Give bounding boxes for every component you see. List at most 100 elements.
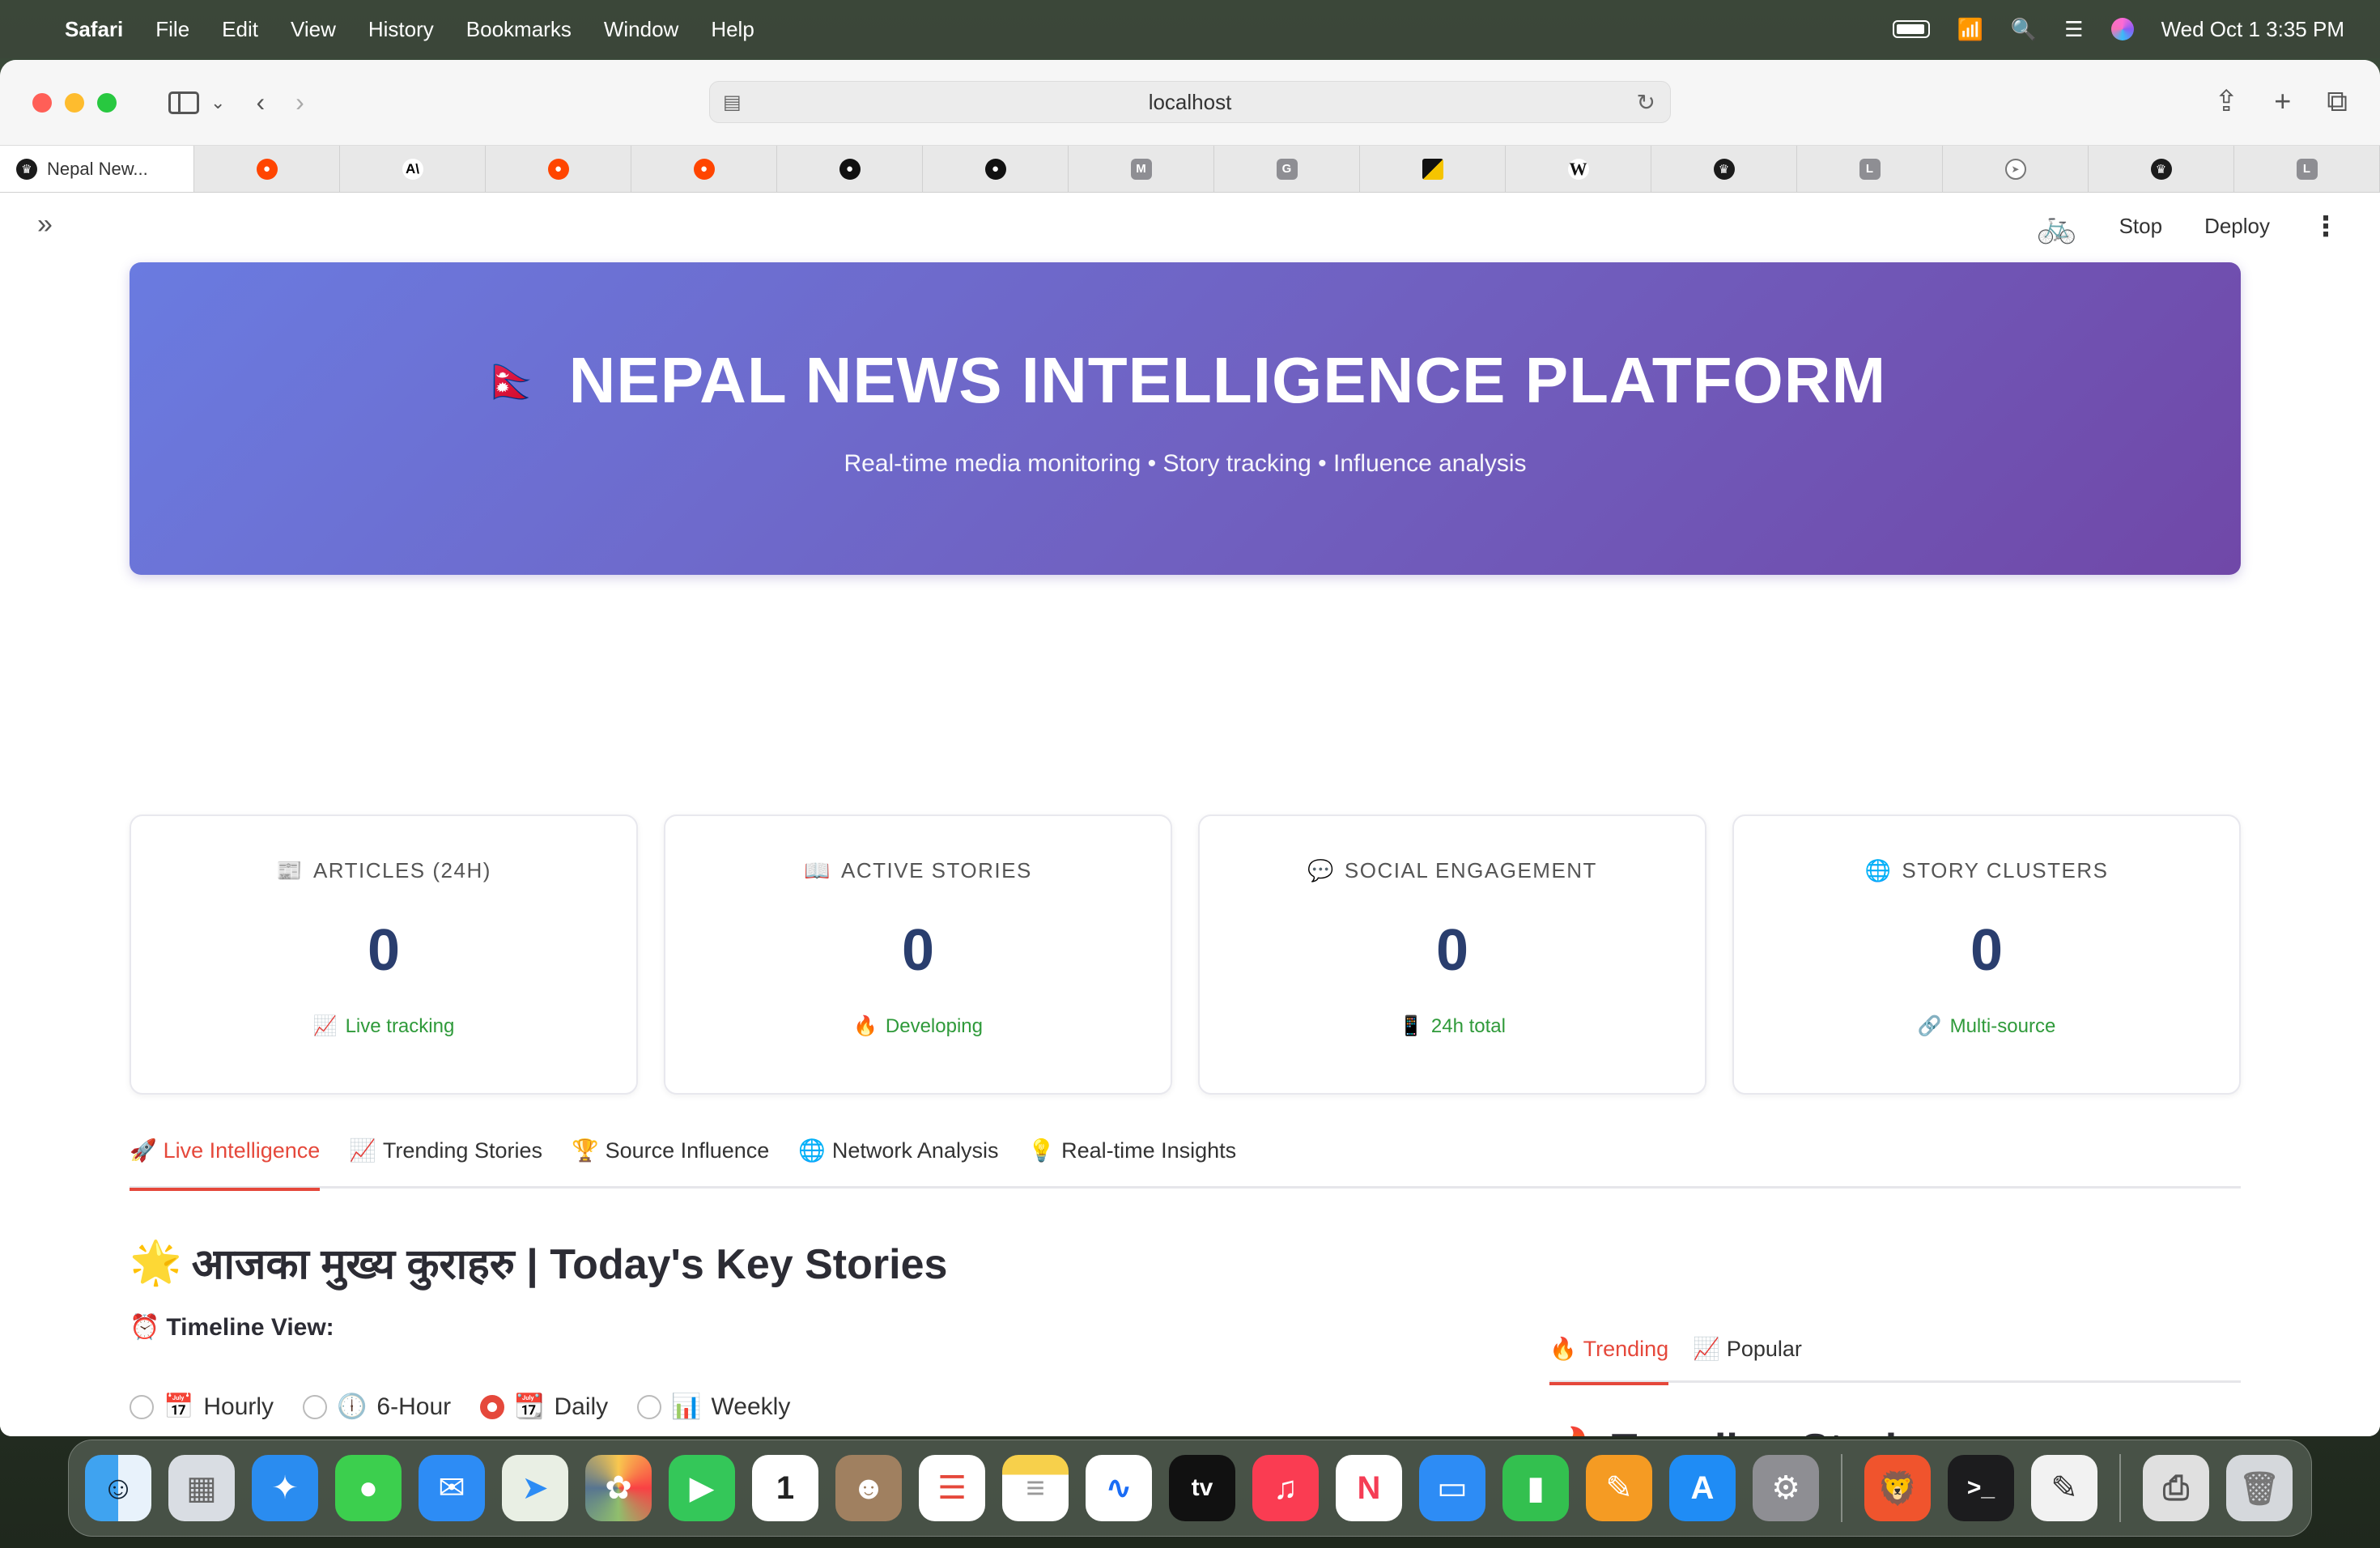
maps-icon[interactable]: ➤ — [502, 1455, 568, 1521]
tab-github-1[interactable]: ● — [777, 146, 923, 192]
menu-help[interactable]: Help — [711, 17, 754, 42]
tab-trending[interactable]: 🔥 Trending — [1549, 1315, 1669, 1385]
menu-file[interactable]: File — [155, 17, 189, 42]
sidebar-toggle-icon[interactable] — [168, 91, 199, 114]
menu-edit[interactable]: Edit — [222, 17, 258, 42]
tab-flag[interactable] — [1360, 146, 1506, 192]
brave-browser-icon[interactable]: 🦁 — [1864, 1455, 1931, 1521]
tab-m[interactable]: M — [1069, 146, 1214, 192]
tab-l-2[interactable]: L — [2234, 146, 2380, 192]
tab-g[interactable]: G — [1214, 146, 1360, 192]
radio-circle[interactable] — [637, 1394, 662, 1419]
tab-real-time-insights[interactable]: 💡 Real-time Insights — [1027, 1112, 1236, 1189]
control-center-icon[interactable]: ☰ — [2064, 17, 2083, 42]
radio-circle-selected[interactable] — [480, 1394, 505, 1419]
menu-view[interactable]: View — [291, 17, 336, 42]
battery-icon[interactable] — [1892, 20, 1930, 38]
apple-tv-icon[interactable]: tv — [1169, 1455, 1235, 1521]
stop-button[interactable]: Stop — [2119, 214, 2163, 239]
expand-sidebar-icon[interactable]: » — [37, 209, 53, 240]
share-icon[interactable]: ⇪ — [2214, 84, 2238, 119]
radio-daily[interactable]: 📆 Daily — [480, 1393, 608, 1421]
pages-icon[interactable]: ✎ — [1586, 1455, 1652, 1521]
tab-label: Trending — [1583, 1336, 1669, 1361]
news-icon[interactable]: N — [1336, 1455, 1402, 1521]
radio-6-hour[interactable]: 🕕 6-Hour — [303, 1393, 451, 1421]
messages-icon[interactable]: ● — [335, 1455, 402, 1521]
tab-overview-icon[interactable]: ⧉ — [2327, 84, 2348, 119]
contacts-icon[interactable]: ☻ — [835, 1455, 902, 1521]
letter-g-icon: G — [1276, 158, 1298, 180]
menu-window[interactable]: Window — [604, 17, 678, 42]
tab-network-analysis[interactable]: 🌐 Network Analysis — [798, 1112, 998, 1189]
tab-crown-2[interactable]: ♛ — [2089, 146, 2234, 192]
calendar-icon[interactable]: 1 — [752, 1455, 818, 1521]
deploy-button[interactable]: Deploy — [2204, 214, 2270, 239]
textedit-icon[interactable]: ✎ — [2031, 1455, 2097, 1521]
tab-compass[interactable]: ➤ — [1943, 146, 2089, 192]
new-tab-plus-icon[interactable]: + — [2274, 84, 2291, 119]
tab-source-influence[interactable]: 🏆 Source Influence — [572, 1112, 769, 1189]
metric-label-text: STORY CLUSTERS — [1902, 858, 2109, 882]
metric-value: 0 — [367, 918, 401, 983]
reddit-icon: ● — [256, 158, 278, 180]
app-store-icon[interactable]: A — [1669, 1455, 1736, 1521]
tab-trending-stories[interactable]: 📈 Trending Stories — [349, 1112, 542, 1189]
numbers-icon[interactable]: ▮ — [1502, 1455, 1569, 1521]
tab-github-2[interactable]: ● — [923, 146, 1069, 192]
close-window-button[interactable] — [32, 92, 52, 113]
radio-weekly[interactable]: 📊 Weekly — [637, 1393, 790, 1421]
tab-l-1[interactable]: L — [1797, 146, 1943, 192]
metric-value: 0 — [901, 918, 935, 983]
menu-bar-clock[interactable]: Wed Oct 1 3:35 PM — [2161, 17, 2344, 42]
metric-label: 📖 ACTIVE STORIES — [804, 858, 1032, 883]
tab-reddit-1[interactable]: ● — [194, 146, 340, 192]
fullscreen-window-button[interactable] — [97, 92, 117, 113]
radio-circle[interactable] — [303, 1394, 328, 1419]
terminal-icon[interactable]: >_ — [1948, 1455, 2014, 1521]
trash-icon[interactable]: 🗑 — [2226, 1455, 2293, 1521]
tab-popular[interactable]: 📈 Popular — [1693, 1315, 1802, 1383]
reload-icon[interactable]: ↻ — [1637, 89, 1655, 116]
finder-icon[interactable]: ☺ — [85, 1455, 151, 1521]
siri-icon[interactable] — [2110, 18, 2134, 40]
tab-anthropic[interactable]: A\ — [340, 146, 486, 192]
more-options-icon[interactable]: ⋮ — [2312, 211, 2340, 243]
radio-circle[interactable] — [130, 1394, 154, 1419]
tab-wikipedia[interactable]: W — [1506, 146, 1651, 192]
wifi-icon[interactable]: 📶 — [1957, 17, 1983, 42]
facetime-icon[interactable]: ▶ — [669, 1455, 735, 1521]
menu-bookmarks[interactable]: Bookmarks — [466, 17, 572, 42]
photos-icon[interactable]: ✿ — [585, 1455, 652, 1521]
tab-live-intelligence[interactable]: 🚀 Live Intelligence — [130, 1112, 321, 1191]
url-text[interactable]: localhost — [1149, 90, 1232, 115]
launchpad-icon[interactable]: ▦ — [168, 1455, 235, 1521]
reminders-icon[interactable]: ☰ — [919, 1455, 985, 1521]
safari-icon[interactable]: ✦ — [252, 1455, 318, 1521]
glowing-star-icon: 🌟 — [130, 1240, 182, 1286]
trending-stories-title: Trending Stories — [1612, 1425, 1944, 1436]
notes-icon[interactable]: ≡ — [1002, 1455, 1069, 1521]
tab-reddit-2[interactable]: ● — [486, 146, 631, 192]
forward-arrow-icon[interactable]: › — [295, 87, 304, 117]
keynote-icon[interactable]: ▭ — [1419, 1455, 1485, 1521]
system-settings-icon[interactable]: ⚙ — [1753, 1455, 1819, 1521]
spotlight-search-icon[interactable]: 🔍 — [2011, 17, 2037, 42]
tab-reddit-3[interactable]: ● — [631, 146, 777, 192]
tab-bar: ♛ Nepal New... ● A\ ● ● ● ● M G W ♛ L ➤ … — [0, 146, 2380, 193]
address-bar[interactable]: ▤ localhost ↻ — [709, 81, 1671, 123]
menu-app-name[interactable]: Safari — [65, 17, 123, 42]
menu-history[interactable]: History — [368, 17, 434, 42]
chevron-down-icon[interactable]: ⌄ — [210, 92, 225, 113]
downloads-folder-icon[interactable]: ⎙ — [2143, 1455, 2209, 1521]
back-arrow-icon[interactable]: ‹ — [256, 87, 265, 117]
radio-hourly[interactable]: 📅 Hourly — [130, 1393, 274, 1421]
tab-active[interactable]: ♛ Nepal New... — [0, 146, 194, 192]
page-settings-icon[interactable]: ▤ — [723, 91, 742, 114]
tab-crown-1[interactable]: ♛ — [1651, 146, 1797, 192]
freeform-icon[interactable]: ∿ — [1086, 1455, 1152, 1521]
minimize-window-button[interactable] — [65, 92, 84, 113]
mail-icon[interactable]: ✉ — [419, 1455, 485, 1521]
metric-card-active-stories: 📖 ACTIVE STORIES 0 🔥 Developing — [664, 814, 1172, 1095]
music-icon[interactable]: ♫ — [1252, 1455, 1319, 1521]
